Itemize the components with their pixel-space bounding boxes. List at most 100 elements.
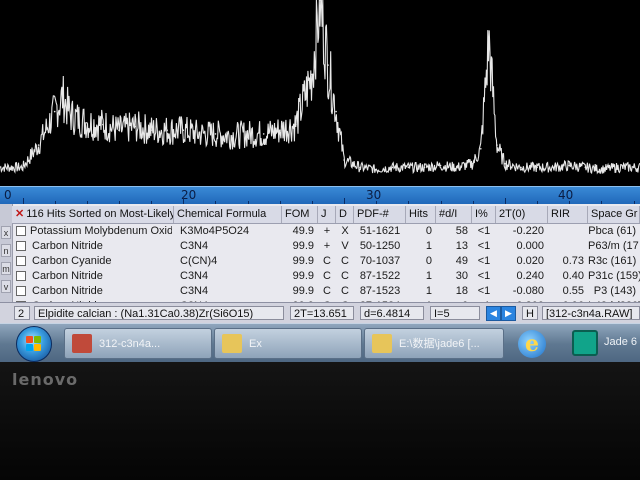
formula-cell: C3N4 [180,285,209,297]
status-h: H [522,306,538,320]
taskbar-item-explorer[interactable]: Ex [214,328,362,359]
sg-cell: Pbca (61) [588,225,636,237]
t2-cell: -0.080 [512,285,544,297]
hits-cell: 0 [425,255,432,267]
column-header[interactable]: Hits [406,206,436,223]
column-header[interactable]: D [336,206,354,223]
xrd-data-point [536,166,538,169]
xrd-data-point [423,166,426,169]
table-row[interactable]: Potassium Molybdenum Oxide... K3Mo4P5O24 4… [12,224,640,239]
d-cell: C [341,255,349,267]
dI-cell: 13 [455,240,468,252]
side-button[interactable]: x [1,226,11,239]
row-checkbox[interactable] [16,271,26,281]
close-icon[interactable]: ✕ [15,208,24,220]
arrow-left-icon[interactable]: ◀ [486,306,501,321]
column-header[interactable]: PDF-# [354,206,406,223]
xrd-data-point [407,166,410,169]
document-icon [72,334,92,353]
hits-cell: 1 [425,240,432,252]
internet-explorer-icon[interactable]: e [518,330,546,358]
status-bar: 2 Elpidite calcian : (Na1.31Ca0.38)Zr(Si… [0,302,640,323]
table-row[interactable]: Carbon Nitride C3N4 99.9 + V 50-1250 1 13 <1 0.00… [12,239,640,254]
xrd-data-point [335,110,337,113]
row-checkbox[interactable] [16,256,26,266]
row-checkbox[interactable] [16,241,26,251]
xrd-data-point [568,164,570,167]
xrd-data-point [632,166,635,169]
t2-cell: -0.220 [512,225,544,237]
arrow-right-icon[interactable]: ▶ [501,306,516,321]
xrd-pattern-plot [0,0,640,175]
t2-cell: 0.240 [516,270,544,282]
j-cell: C [323,270,331,282]
column-header[interactable]: #d/I [436,206,472,223]
xrd-data-point [496,144,498,146]
d-cell: C [341,270,349,282]
xrd-data-point [552,166,554,169]
axis-tick-label: 40 [558,188,574,202]
status-index: 2 [14,306,30,320]
status-intensity: I=5 [430,306,480,320]
taskbar-item-pdf[interactable]: 312-c3n4a... [64,328,212,359]
column-header[interactable]: I% [472,206,496,223]
folder-icon [372,334,392,353]
ip-cell: <1 [477,270,491,282]
taskbar-item-label: Ex [249,338,262,350]
side-button[interactable]: m [1,262,11,275]
column-header[interactable]: FOM [282,206,318,223]
column-header[interactable]: Chemical Formula [174,206,282,223]
phase-name-cell: Carbon Nitride [32,270,103,282]
side-button[interactable]: n [1,244,11,257]
column-header[interactable]: RIR [548,206,588,223]
xrd-data-point [102,123,104,126]
dI-cell: 58 [455,225,468,237]
xrd-data-point [455,166,458,169]
xrd-series-line [0,0,640,175]
pdf-cell: 70-1037 [359,255,401,267]
phase-name-cell: Potassium Molybdenum Oxide... [30,225,172,237]
table-row[interactable]: Carbon Nitride C3N4 99.9 C C 87-1523 1 18 <1 -0.0… [12,284,640,299]
status-phase: Elpidite calcian : (Na1.31Ca0.38)Zr(Si6O… [34,306,284,320]
row-checkbox[interactable] [16,286,26,296]
row-checkbox[interactable] [16,226,26,236]
column-header[interactable]: J [318,206,336,223]
xrd-data-point [70,114,72,117]
status-file: [312-c3n4a.RAW] [542,306,640,320]
column-header[interactable]: 2T(0) [496,206,548,223]
two-theta-axis[interactable]: 0 20 30 40 [0,186,640,205]
phase-name-cell: Carbon Nitride [32,240,103,252]
xrd-data-point [504,162,506,165]
start-button[interactable] [16,326,52,362]
axis-tick-label: 0 [4,188,12,202]
side-button[interactable]: v [1,280,11,293]
hits-title: 116 Hits Sorted on Most-Likely [26,208,174,220]
t2-cell: 0.000 [516,240,544,252]
sg-cell: P3 (143) [593,285,636,297]
column-header-hits[interactable]: ✕ 116 Hits Sorted on Most-Likely [12,206,174,223]
jade-app-icon[interactable] [572,330,598,356]
xrd-data-point [600,168,603,171]
xrd-data-point [37,144,40,146]
sg-cell: P63/m (17 [588,240,639,252]
formula-cell: K3Mo4P5O24 [180,225,250,237]
pdf-cell: 87-1522 [359,270,401,282]
xrd-data-point [584,166,587,169]
pdf-cell: 51-1621 [359,225,401,237]
xrd-data-point [230,135,233,137]
column-header[interactable]: Space Gr [588,206,640,223]
xrd-data-point [359,166,362,169]
formula-cell: C3N4 [180,240,209,252]
table-row[interactable]: Carbon Nitride C3N4 99.9 C C 87-1522 1 30 <1 0.24… [12,269,640,284]
phase-name-cell: Carbon Cyanide [32,255,112,267]
sg-cell: P31c (159) [588,270,640,282]
laptop-body: lenovo [0,362,640,480]
taskbar-item-folder[interactable]: E:\数据\jade6 [... [364,328,504,359]
rir-cell: 0.73 [562,255,584,267]
d-cell: V [341,240,349,252]
xrd-data-point [520,166,522,169]
rir-cell: 0.40 [562,270,584,282]
table-row[interactable]: Carbon Cyanide C(CN)4 99.9 C C 70-1037 0 49 <1 0.… [12,254,640,269]
xrd-data-point [391,166,394,169]
xrd-data-point [198,133,201,135]
